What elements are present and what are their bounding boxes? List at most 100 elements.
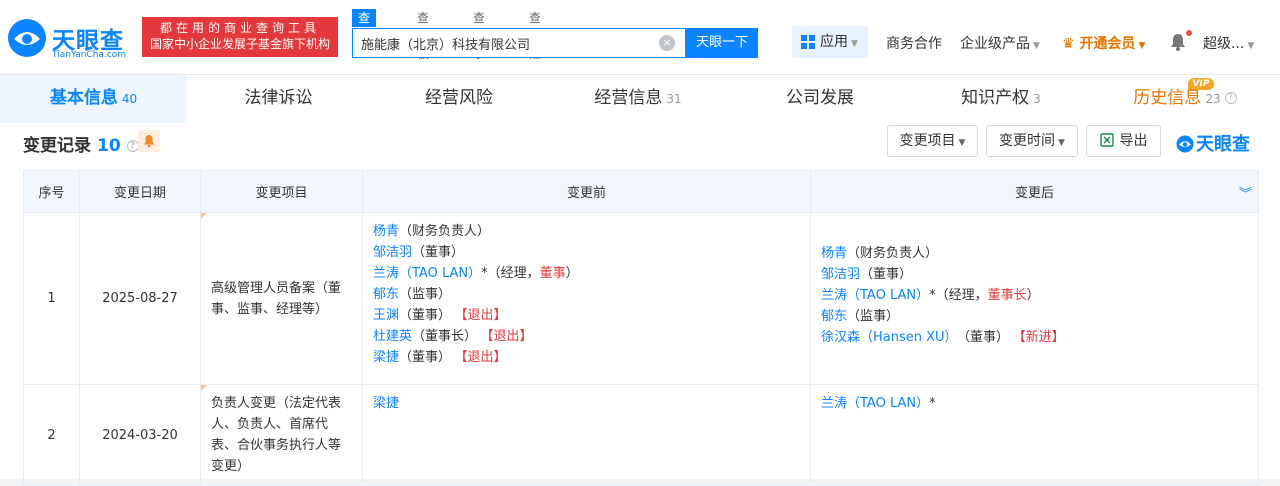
chevron-down-icon: ▼: [1247, 41, 1255, 51]
corner-marker: [201, 213, 207, 219]
person-entry: 杨青（财务负责人）: [821, 243, 1248, 264]
user-name: 超级...: [1203, 36, 1245, 52]
person-entry: 兰涛（TAO LAN）*（经理，董事）: [373, 263, 800, 284]
promo-banner[interactable]: 都在用的商业查询工具 国家中小企业发展子基金旗下机构: [142, 17, 338, 57]
person-entry: 王渊（董事） 【退出】: [373, 305, 800, 326]
person-entry: 兰涛（TAO LAN）*（经理，董事长）: [821, 285, 1248, 306]
filter-time-label: 变更时间: [999, 133, 1056, 149]
apps-grid-icon: [801, 35, 815, 49]
nav-vip-label: 开通会员: [1079, 36, 1136, 52]
search-input[interactable]: [353, 29, 643, 57]
tab-operation-info[interactable]: 经营信息 31: [548, 75, 728, 123]
user-menu[interactable]: 超级... ▼: [1203, 33, 1254, 53]
notification-bell-icon[interactable]: [1170, 33, 1186, 51]
tab-legal[interactable]: 法律诉讼: [187, 75, 370, 123]
cell-item: 负责人变更（法定代表人、负责人、首席代表、合伙事务执行人等变更）: [200, 384, 363, 486]
monitor-bell-button[interactable]: [138, 130, 160, 152]
role-text-end: ）: [565, 266, 579, 281]
role-text: （监事）: [399, 287, 452, 302]
person-link[interactable]: 杨青: [821, 246, 847, 261]
cell-after: 兰涛（TAO LAN）*: [810, 384, 1259, 486]
help-icon[interactable]: ?: [1224, 92, 1237, 104]
person-link[interactable]: 兰涛（TAO LAN）: [373, 266, 481, 281]
nav-vip[interactable]: ♛ 开通会员 ▼: [1062, 33, 1145, 53]
role-text-end: ）: [1026, 288, 1040, 303]
logo-subtitle: TianYanCha.com: [52, 50, 127, 60]
col-header-index: 序号: [23, 170, 80, 213]
tab-label: 经营信息: [594, 88, 663, 108]
person-link[interactable]: 杨青: [373, 224, 399, 239]
new-tag: 【新进】: [1019, 330, 1065, 345]
filter-change-time-button[interactable]: 变更时间 ▼: [986, 125, 1078, 157]
search-tab-company[interactable]: 查公司: [352, 9, 377, 61]
exit-tag: 【退出】: [487, 329, 533, 344]
role-text: *（经理，: [929, 288, 988, 303]
role-text: （董事）: [399, 308, 452, 323]
chevron-down-icon: ▼: [1033, 41, 1040, 51]
person-entry: 杜建英（董事长） 【退出】: [373, 326, 800, 347]
role-text: *: [929, 396, 936, 411]
logo-eye-icon: [1176, 135, 1194, 153]
person-entry: 兰涛（TAO LAN）*: [821, 393, 1248, 414]
search-box: ×: [352, 28, 686, 58]
person-link[interactable]: 徐汉森（Hansen XU）: [821, 330, 958, 345]
role-highlight: 董事长: [987, 288, 1027, 303]
tab-count: 40: [121, 92, 138, 106]
watermark-brand: 天眼查: [1176, 130, 1250, 156]
person-link[interactable]: 兰涛（TAO LAN）: [821, 288, 929, 303]
tab-label: 知识产权: [961, 88, 1030, 108]
table-header-row: 序号 变更日期 变更项目 变更前 变更后 ︾: [23, 170, 1259, 213]
role-text: *（经理，: [481, 266, 540, 281]
table-row: 2 2024-03-20 负责人变更（法定代表人、负责人、首席代表、合伙事务执行…: [23, 384, 1259, 486]
change-records-table: 序号 变更日期 变更项目 变更前 变更后 ︾ 1 2025-08-27 高级管理人…: [23, 170, 1259, 486]
banner-line2: 国家中小企业发展子基金旗下机构: [149, 37, 330, 51]
tab-label: 法律诉讼: [244, 88, 313, 108]
export-label: 导出: [1119, 133, 1148, 149]
chevron-down-icon: ▼: [1058, 138, 1065, 148]
apps-menu-button[interactable]: 应用 ▼: [792, 26, 868, 58]
person-link[interactable]: 王渊: [373, 308, 399, 323]
role-text: （董事）: [860, 267, 913, 282]
tab-label: 基本信息: [49, 88, 118, 108]
person-link[interactable]: 邹洁羽: [373, 245, 412, 260]
person-link[interactable]: 兰涛（TAO LAN）: [821, 396, 929, 411]
person-link[interactable]: 杜建英: [373, 329, 412, 344]
filter-change-item-button[interactable]: 变更项目 ▼: [887, 125, 978, 157]
person-link[interactable]: 梁捷: [373, 350, 399, 365]
corner-marker: [201, 385, 207, 391]
section-tabs: 基本信息 40 法律诉讼 经营风险 经营信息 31 公司发展 知识产权 3 历史信息 2…: [0, 75, 1280, 123]
role-text: （董事长）: [412, 329, 478, 344]
person-link[interactable]: 郁东: [821, 309, 847, 324]
cell-date: 2024-03-20: [79, 384, 201, 486]
cell-after: 杨青（财务负责人） 邹洁羽（董事） 兰涛（TAO LAN）*（经理，董事长） 郁…: [810, 212, 1259, 385]
role-text: （财务负责人）: [847, 246, 939, 261]
logo-eye-icon: [8, 19, 46, 57]
cell-before: 梁捷: [362, 384, 811, 486]
tab-intellectual-property[interactable]: 知识产权 3: [912, 75, 1090, 123]
role-highlight: 董事: [539, 266, 566, 281]
tab-company-development[interactable]: 公司发展: [728, 75, 912, 123]
nav-enterprise[interactable]: 企业级产品 ▼: [960, 33, 1040, 53]
expand-icon[interactable]: ︾: [1239, 183, 1252, 202]
tab-history-info[interactable]: 历史信息 23?: [1090, 75, 1280, 123]
cell-index: 2: [23, 384, 80, 486]
clear-search-icon[interactable]: ×: [659, 35, 675, 51]
person-link[interactable]: 梁捷: [373, 396, 399, 411]
banner-line1: 都在用的商业查询工具: [159, 21, 320, 35]
search-button[interactable]: 天眼一下: [686, 28, 758, 58]
person-link[interactable]: 郁东: [373, 287, 399, 302]
tab-business-risk[interactable]: 经营风险: [370, 75, 548, 123]
nav-business[interactable]: 商务合作: [886, 33, 942, 53]
site-logo[interactable]: 天眼查 TianYanCha.com: [6, 17, 136, 61]
export-button[interactable]: 导出: [1086, 125, 1161, 157]
search-tab-boss[interactable]: 查老板: [417, 9, 429, 61]
tab-basic-info[interactable]: 基本信息 40: [0, 75, 187, 123]
bell-icon: [144, 135, 154, 148]
person-entry: 梁捷（董事） 【退出】: [373, 347, 800, 368]
col-header-date: 变更日期: [79, 170, 201, 213]
search-tab-risk[interactable]: 查风险: [529, 9, 541, 61]
tab-count: 31: [666, 92, 682, 106]
person-link[interactable]: 邹洁羽: [821, 267, 860, 282]
search-tab-relation[interactable]: 查关系: [473, 9, 485, 61]
help-icon[interactable]: ?: [126, 140, 139, 152]
